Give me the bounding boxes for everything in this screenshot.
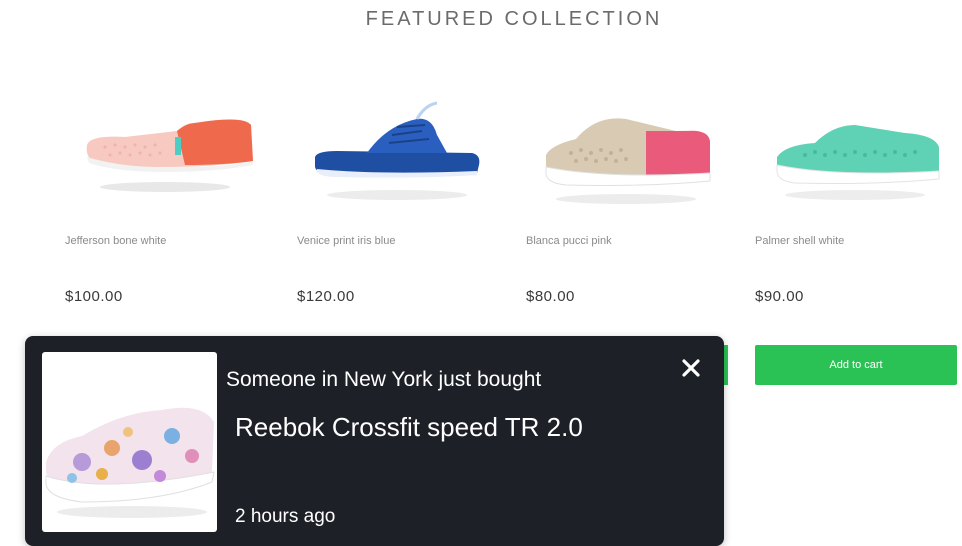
product-name[interactable]: Palmer shell white [755,235,844,247]
close-button[interactable] [676,353,706,383]
product-name[interactable]: Venice print iris blue [297,235,395,247]
shoe-icon [545,118,711,204]
product-name[interactable]: Blanca pucci pink [526,235,612,247]
product-card[interactable]: Jefferson bone white $100.00 [65,95,265,305]
shoe-icon [86,119,253,192]
product-card[interactable]: Palmer shell white $90.00 Add to cart [755,95,957,385]
floral-shoe-icon [45,407,215,518]
shoe-icon [776,125,940,200]
product-card[interactable]: Venice print iris blue $120.00 [297,95,497,305]
notification-time: 2 hours ago [235,506,336,527]
product-price: $90.00 [755,288,804,305]
product-card[interactable]: Blanca pucci pink $80.00 [526,95,726,305]
product-image[interactable] [755,95,955,205]
product-name[interactable]: Jefferson bone white [65,235,166,247]
notification-product-name[interactable]: Reebok Crossfit speed TR 2.0 [235,412,583,443]
product-image[interactable] [65,95,265,205]
close-icon [682,359,700,377]
product-image[interactable] [526,95,726,205]
product-price: $100.00 [65,288,123,305]
add-to-cart-button[interactable]: Add to cart [755,345,957,385]
section-title: FEATURED COLLECTION [365,8,663,30]
product-price: $80.00 [526,288,575,305]
notification-intro: Someone in New York just bought [226,368,542,391]
product-image[interactable] [297,95,497,205]
purchase-notification-popup[interactable]: Someone in New York just bought Reebok C… [25,336,724,546]
sandal-icon [315,101,480,200]
notification-product-image[interactable] [42,352,217,532]
product-price: $120.00 [297,288,355,305]
